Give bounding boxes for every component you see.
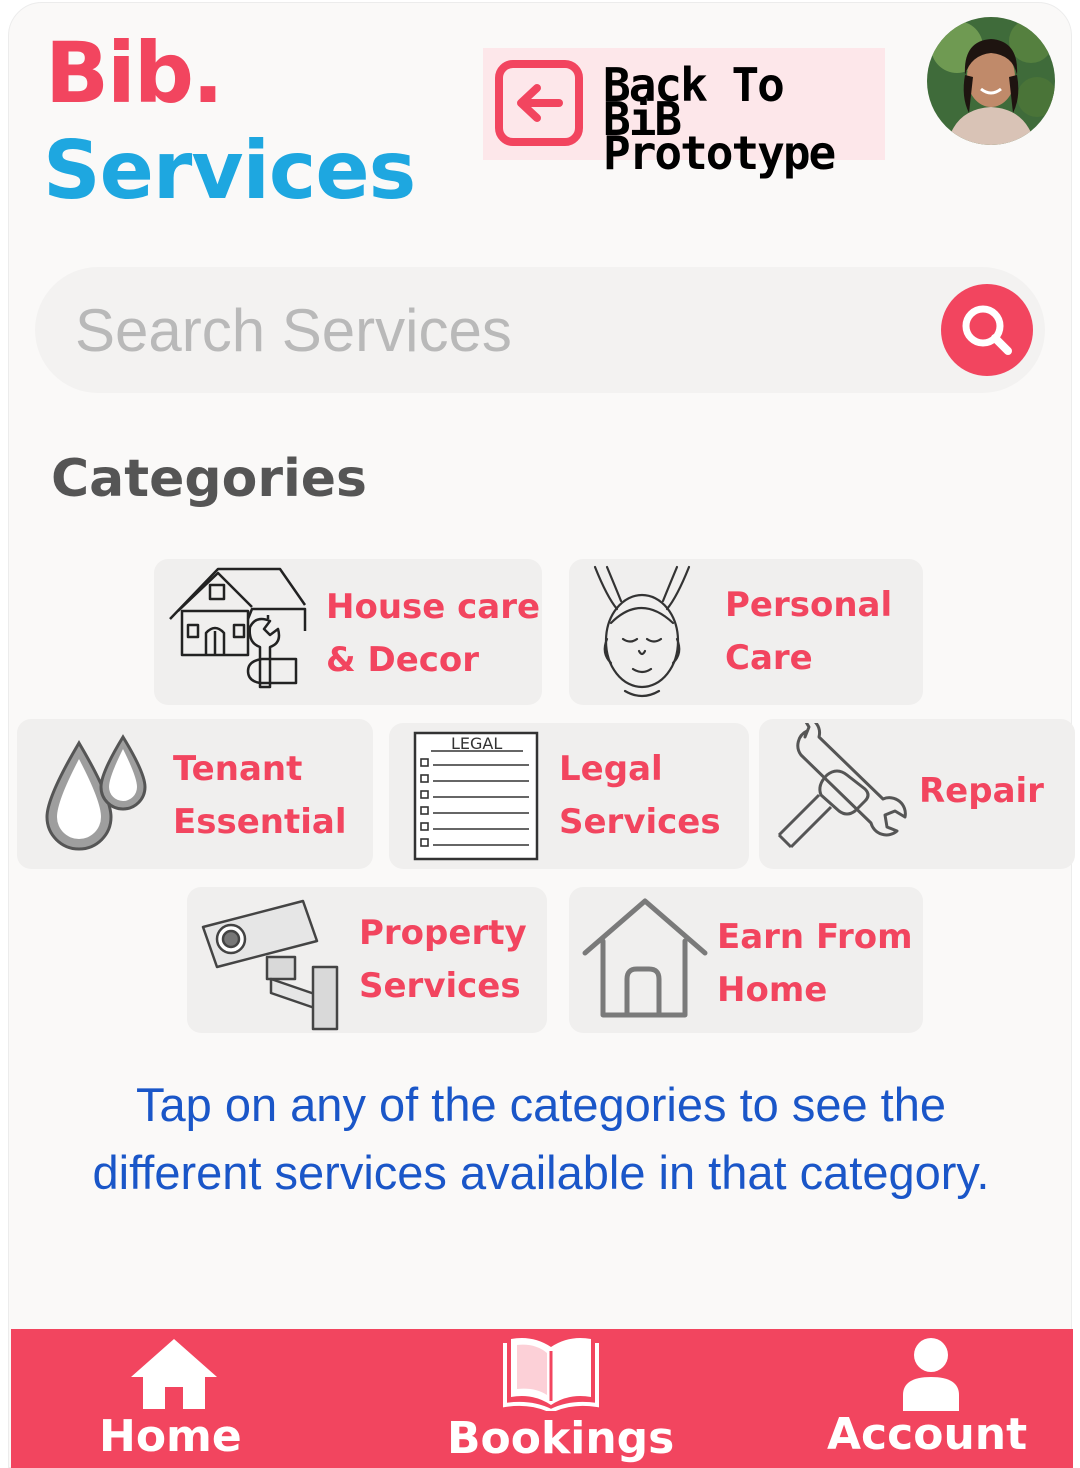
brand-title-bib: Bib.	[45, 24, 224, 122]
search-button[interactable]	[941, 284, 1033, 376]
book-icon	[503, 1338, 599, 1411]
face-massage-icon	[593, 565, 691, 698]
home-icon	[131, 1339, 217, 1409]
search-icon	[962, 305, 1012, 355]
category-tenant-essential[interactable]: Tenant Essential	[17, 719, 373, 869]
category-personal-care[interactable]: Personal Care	[569, 559, 923, 705]
house-repair-icon	[169, 567, 307, 689]
nav-account[interactable]: Account	[811, 1329, 1051, 1468]
category-label: Tenant Essential	[173, 749, 347, 842]
category-label: Earn From Home	[717, 917, 913, 1010]
nav-bookings-label: Bookings	[447, 1413, 675, 1464]
category-label: Legal Services	[559, 749, 721, 842]
nav-home-label: Home	[99, 1411, 242, 1462]
search-input[interactable]	[75, 293, 895, 367]
category-repair[interactable]: Repair	[759, 719, 1075, 869]
user-icon	[903, 1338, 959, 1411]
category-label: Personal Care	[725, 585, 893, 678]
category-house-care[interactable]: House care & Decor	[154, 559, 542, 705]
water-drops-icon	[45, 734, 147, 851]
nav-home[interactable]: Home	[71, 1329, 311, 1468]
cctv-camera-icon	[201, 899, 339, 1031]
search-bar	[35, 267, 1045, 393]
wrench-hand-icon	[777, 723, 907, 849]
category-earn-from-home[interactable]: Earn From Home	[569, 887, 923, 1033]
legal-document-icon: LEGAL	[413, 731, 539, 861]
avatar[interactable]	[927, 17, 1055, 145]
category-legal-services[interactable]: LEGAL Legal Services	[389, 723, 749, 869]
categories-heading: Categories	[51, 449, 368, 509]
hint-text: Tap on any of the categories to see the …	[92, 1078, 990, 1199]
category-label: Property Services	[359, 913, 527, 1006]
nav-account-label: Account	[827, 1409, 1028, 1460]
back-button-label: Back To BiB Prototype	[603, 58, 836, 180]
category-property-services[interactable]: Property Services	[187, 887, 547, 1033]
category-label: House care & Decor	[326, 587, 541, 680]
nav-bookings[interactable]: Bookings	[421, 1329, 701, 1468]
app-screen: Bib. Services Back To BiB Prototype Sear…	[8, 2, 1075, 1468]
home-outline-icon	[582, 898, 708, 1018]
category-label: Repair	[919, 771, 1044, 811]
bottom-nav: Home Bookings Account	[11, 1329, 1073, 1468]
svg-text:LEGAL: LEGAL	[451, 734, 502, 753]
back-arrow-icon	[495, 60, 583, 146]
back-to-prototype-button[interactable]: Back To BiB Prototype	[483, 48, 885, 176]
page-title: Services	[43, 124, 416, 217]
